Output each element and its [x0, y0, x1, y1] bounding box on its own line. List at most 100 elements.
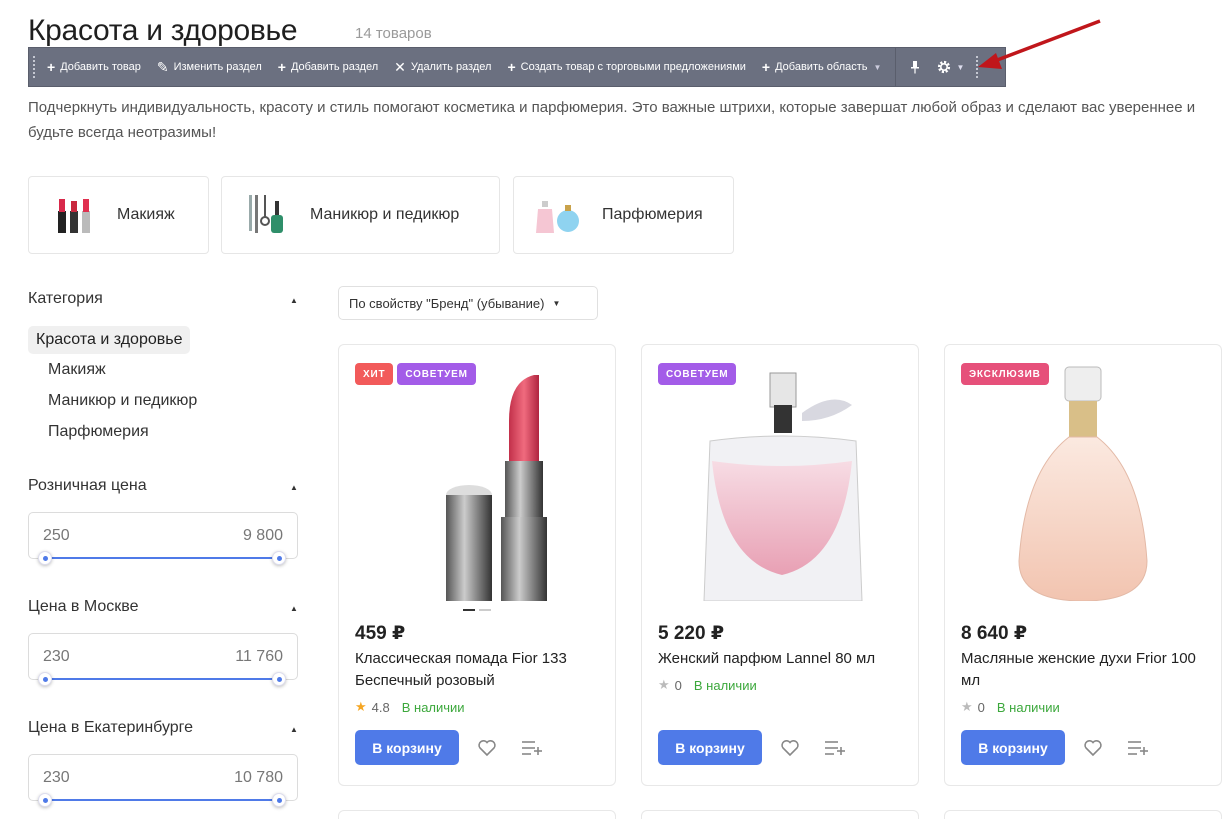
- tile-makeup[interactable]: Макияж: [28, 176, 209, 254]
- filter-heading-moscow-price[interactable]: Цена в Москве: [28, 598, 138, 616]
- perfume-bottles-icon: [534, 190, 584, 240]
- sidebar-item-active[interactable]: Красота и здоровье: [28, 326, 191, 354]
- price-range-retail[interactable]: 250 9 800: [28, 512, 298, 559]
- product-image-perfume[interactable]: [965, 361, 1203, 601]
- plus-icon: +: [761, 59, 771, 75]
- product-rating: 0: [977, 699, 985, 715]
- compare-icon[interactable]: [521, 738, 543, 758]
- product-price: 8 640 ₽: [961, 623, 1028, 644]
- range-max-handle[interactable]: [272, 793, 286, 807]
- plus-icon: +: [507, 59, 516, 75]
- compare-icon[interactable]: [824, 738, 846, 758]
- add-to-cart-button[interactable]: В корзину: [355, 730, 459, 765]
- product-card[interactable]: СОВЕТУЕМ 5 220 ₽ Женский парфюм Lannel 8…: [641, 344, 919, 786]
- badge-hit: ХИТ: [355, 363, 394, 385]
- range-track: [45, 799, 279, 801]
- badge-recommended: СОВЕТУЕМ: [658, 363, 737, 385]
- add-product-button[interactable]: + Добавить товар: [39, 48, 149, 86]
- product-card-next-row[interactable]: [944, 810, 1222, 819]
- image-pager[interactable]: [463, 609, 491, 611]
- add-section-button[interactable]: + Добавить раздел: [270, 48, 386, 86]
- star-icon: ★: [355, 699, 367, 714]
- range-max-value[interactable]: 9 800: [243, 527, 283, 545]
- page-title: Красота и здоровье: [28, 14, 298, 47]
- product-name[interactable]: Женский парфюм Lannel 80 мл: [658, 648, 908, 670]
- range-track: [45, 678, 279, 680]
- range-min-value[interactable]: 250: [43, 527, 70, 545]
- filter-heading-ekb-price[interactable]: Цена в Екатеринбурге: [28, 719, 193, 737]
- sidebar-item-manicure[interactable]: Маникюр и педикюр: [48, 392, 197, 410]
- heart-icon[interactable]: [477, 738, 497, 758]
- add-to-cart-button[interactable]: В корзину: [658, 730, 762, 765]
- price-range-moscow[interactable]: 230 11 760: [28, 633, 298, 680]
- range-max-value[interactable]: 11 760: [235, 648, 283, 666]
- manicure-set-icon: [242, 190, 292, 240]
- range-max-value[interactable]: 10 780: [234, 769, 283, 787]
- product-rating: 0: [674, 677, 682, 693]
- range-max-handle[interactable]: [272, 551, 286, 565]
- product-meta: ★ 0 В наличии: [961, 699, 1060, 715]
- range-track: [45, 557, 279, 559]
- collapse-arrow-icon[interactable]: ▲: [290, 725, 298, 734]
- add-to-cart-button[interactable]: В корзину: [961, 730, 1065, 765]
- product-card-next-row[interactable]: [338, 810, 616, 819]
- delete-section-button[interactable]: ✕ Удалить раздел: [386, 48, 499, 86]
- create-product-with-offers-button[interactable]: + Создать товар с торговыми предложениям…: [499, 48, 753, 86]
- section-description: Подчеркнуть индивидуальность, красоту и …: [28, 99, 1196, 141]
- badge-exclusive: ЭКСКЛЮЗИВ: [961, 363, 1049, 385]
- pin-button[interactable]: [902, 48, 928, 86]
- badge-group: СОВЕТУЕМ: [658, 363, 737, 385]
- compare-icon[interactable]: [1127, 738, 1149, 758]
- badge-group: ХИТ СОВЕТУЕМ: [355, 363, 476, 385]
- tile-perfume[interactable]: Парфюмерия: [513, 176, 734, 254]
- collapse-arrow-icon[interactable]: ▲: [290, 296, 298, 305]
- chevron-down-icon: ▼: [873, 62, 882, 72]
- range-min-handle[interactable]: [38, 551, 52, 565]
- sidebar-item-perfume[interactable]: Парфюмерия: [48, 423, 149, 441]
- sort-dropdown[interactable]: По свойству "Бренд" (убывание) ▼: [338, 286, 598, 320]
- product-name[interactable]: Классическая помада Fior 133 Беспечный р…: [355, 648, 605, 692]
- star-icon: ★: [658, 677, 670, 692]
- gear-icon: [938, 60, 951, 74]
- collapse-arrow-icon[interactable]: ▲: [290, 483, 298, 492]
- pencil-icon: ✎: [156, 58, 169, 75]
- tile-manicure[interactable]: Маникюр и педикюр: [221, 176, 500, 254]
- product-name[interactable]: Масляные женские духи Frior 100 мл: [961, 648, 1211, 692]
- toolbar-drag-handle[interactable]: [29, 48, 39, 86]
- settings-button[interactable]: ▼: [928, 48, 972, 86]
- price-range-ekb[interactable]: 230 10 780: [28, 754, 298, 801]
- product-price: 5 220 ₽: [658, 623, 725, 644]
- product-card[interactable]: ХИТ СОВЕТУЕМ 459 ₽ Классическая помада F…: [338, 344, 616, 786]
- range-min-handle[interactable]: [38, 672, 52, 686]
- product-image-perfume[interactable]: [662, 361, 900, 601]
- range-max-handle[interactable]: [272, 672, 286, 686]
- product-count: 14 товаров: [355, 25, 432, 42]
- chevron-down-icon: ▼: [552, 298, 561, 308]
- sidebar-item-makeup[interactable]: Макияж: [48, 361, 106, 379]
- product-card[interactable]: ЭКСКЛЮЗИВ 8 640 ₽ Масляные женские духи …: [944, 344, 1222, 786]
- lipsticks-icon: [49, 190, 99, 240]
- stock-status: В наличии: [401, 699, 465, 715]
- range-min-handle[interactable]: [38, 793, 52, 807]
- toolbar-drag-handle-right[interactable]: [972, 48, 982, 86]
- add-area-button[interactable]: + Добавить область ▼: [754, 48, 890, 86]
- badge-recommended: СОВЕТУЕМ: [397, 363, 476, 385]
- product-card-next-row[interactable]: [641, 810, 919, 819]
- chevron-down-icon: ▼: [956, 62, 965, 72]
- filter-heading-category[interactable]: Категория: [28, 290, 103, 308]
- range-min-value[interactable]: 230: [43, 769, 70, 787]
- product-image-lipstick[interactable]: [359, 361, 597, 601]
- range-min-value[interactable]: 230: [43, 648, 70, 666]
- heart-icon[interactable]: [1083, 738, 1103, 758]
- toolbar-divider: [895, 47, 897, 87]
- plus-icon: +: [277, 59, 286, 75]
- heart-icon[interactable]: [780, 738, 800, 758]
- product-rating: 4.8: [371, 699, 390, 715]
- edit-section-button[interactable]: ✎ Изменить раздел: [149, 48, 270, 86]
- filter-heading-retail-price[interactable]: Розничная цена: [28, 477, 147, 495]
- collapse-arrow-icon[interactable]: ▲: [290, 604, 298, 613]
- pin-icon: [911, 61, 920, 74]
- admin-toolbar: + Добавить товар ✎ Изменить раздел + Доб…: [28, 47, 1006, 87]
- plus-icon: +: [47, 59, 56, 75]
- cross-icon: ✕: [394, 58, 406, 75]
